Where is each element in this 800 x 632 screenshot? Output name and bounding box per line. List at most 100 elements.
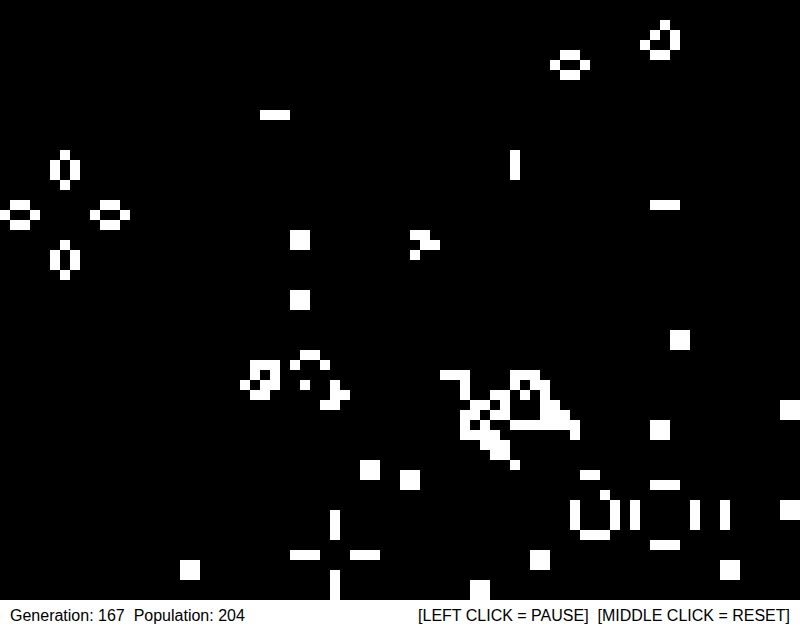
- live-cell: [330, 520, 340, 530]
- live-cell: [460, 410, 470, 420]
- live-cell: [330, 530, 340, 540]
- live-cell: [410, 230, 420, 240]
- live-cell: [470, 400, 480, 410]
- live-cell: [530, 550, 540, 560]
- live-cell: [330, 400, 340, 410]
- live-cell: [310, 350, 320, 360]
- live-cell: [470, 410, 480, 420]
- live-cell: [60, 180, 70, 190]
- live-cell: [300, 380, 310, 390]
- live-cell: [370, 470, 380, 480]
- live-cell: [550, 400, 560, 410]
- live-cell: [520, 370, 530, 380]
- live-cell: [250, 370, 260, 380]
- live-cell: [500, 390, 510, 400]
- live-cell: [290, 550, 300, 560]
- live-cell: [790, 500, 800, 510]
- live-cell: [680, 340, 690, 350]
- live-cell: [420, 240, 430, 250]
- live-cell: [470, 580, 480, 590]
- live-cell: [300, 550, 310, 560]
- live-cell: [470, 590, 480, 600]
- live-cell: [670, 340, 680, 350]
- live-cell: [400, 470, 410, 480]
- live-cell: [180, 570, 190, 580]
- live-cell: [480, 420, 490, 430]
- live-cell: [500, 440, 510, 450]
- live-cell: [330, 510, 340, 520]
- live-cell: [100, 220, 110, 230]
- live-cell: [650, 50, 660, 60]
- live-cell: [680, 330, 690, 340]
- live-cell: [650, 480, 660, 490]
- live-cell: [650, 30, 660, 40]
- live-cell: [640, 40, 650, 50]
- live-cell: [590, 470, 600, 480]
- live-cell: [510, 160, 520, 170]
- live-cell: [490, 410, 500, 420]
- live-cell: [60, 240, 70, 250]
- live-cell: [290, 240, 300, 250]
- live-cell: [370, 460, 380, 470]
- live-cell: [50, 250, 60, 260]
- live-cell: [460, 390, 470, 400]
- live-cell: [360, 470, 370, 480]
- live-cell: [650, 420, 660, 430]
- live-cell: [190, 570, 200, 580]
- live-cell: [650, 540, 660, 550]
- live-cell: [180, 560, 190, 570]
- live-cell: [410, 250, 420, 260]
- live-cell: [560, 50, 570, 60]
- live-cell: [630, 500, 640, 510]
- live-cell: [50, 170, 60, 180]
- live-cell: [670, 480, 680, 490]
- live-cell: [480, 590, 490, 600]
- live-cell: [320, 400, 330, 410]
- live-cell: [300, 240, 310, 250]
- live-cell: [500, 410, 510, 420]
- live-cell: [260, 360, 270, 370]
- life-board[interactable]: [0, 0, 800, 600]
- live-cell: [720, 500, 730, 510]
- live-cell: [510, 460, 520, 470]
- live-cell: [510, 370, 520, 380]
- live-cell: [60, 270, 70, 280]
- live-cell: [240, 380, 250, 390]
- live-cell: [540, 410, 550, 420]
- live-cell: [610, 500, 620, 510]
- live-cell: [10, 220, 20, 230]
- live-cell: [560, 420, 570, 430]
- live-cell: [290, 230, 300, 240]
- live-cell: [300, 230, 310, 240]
- live-cell: [20, 200, 30, 210]
- live-cell: [10, 200, 20, 210]
- live-cell: [540, 380, 550, 390]
- live-cell: [600, 530, 610, 540]
- live-cell: [320, 360, 330, 370]
- live-cell: [560, 70, 570, 80]
- live-cell: [480, 400, 490, 410]
- live-cell: [250, 360, 260, 370]
- live-cell: [410, 480, 420, 490]
- live-cell: [310, 550, 320, 560]
- live-cell: [260, 390, 270, 400]
- live-cell: [560, 410, 570, 420]
- live-cell: [530, 370, 540, 380]
- live-cell: [660, 50, 670, 60]
- live-cell: [420, 230, 430, 240]
- live-cell: [530, 560, 540, 570]
- stats-text: Generation: 167 Population: 204: [10, 608, 245, 624]
- live-cell: [610, 520, 620, 530]
- live-cell: [110, 220, 120, 230]
- live-cell: [300, 290, 310, 300]
- live-cell: [370, 550, 380, 560]
- live-cell: [510, 420, 520, 430]
- live-cell: [690, 510, 700, 520]
- live-cell: [650, 430, 660, 440]
- live-cell: [630, 520, 640, 530]
- live-cell: [250, 390, 260, 400]
- live-cell: [790, 410, 800, 420]
- live-cell: [540, 560, 550, 570]
- live-cell: [270, 360, 280, 370]
- live-cell: [510, 170, 520, 180]
